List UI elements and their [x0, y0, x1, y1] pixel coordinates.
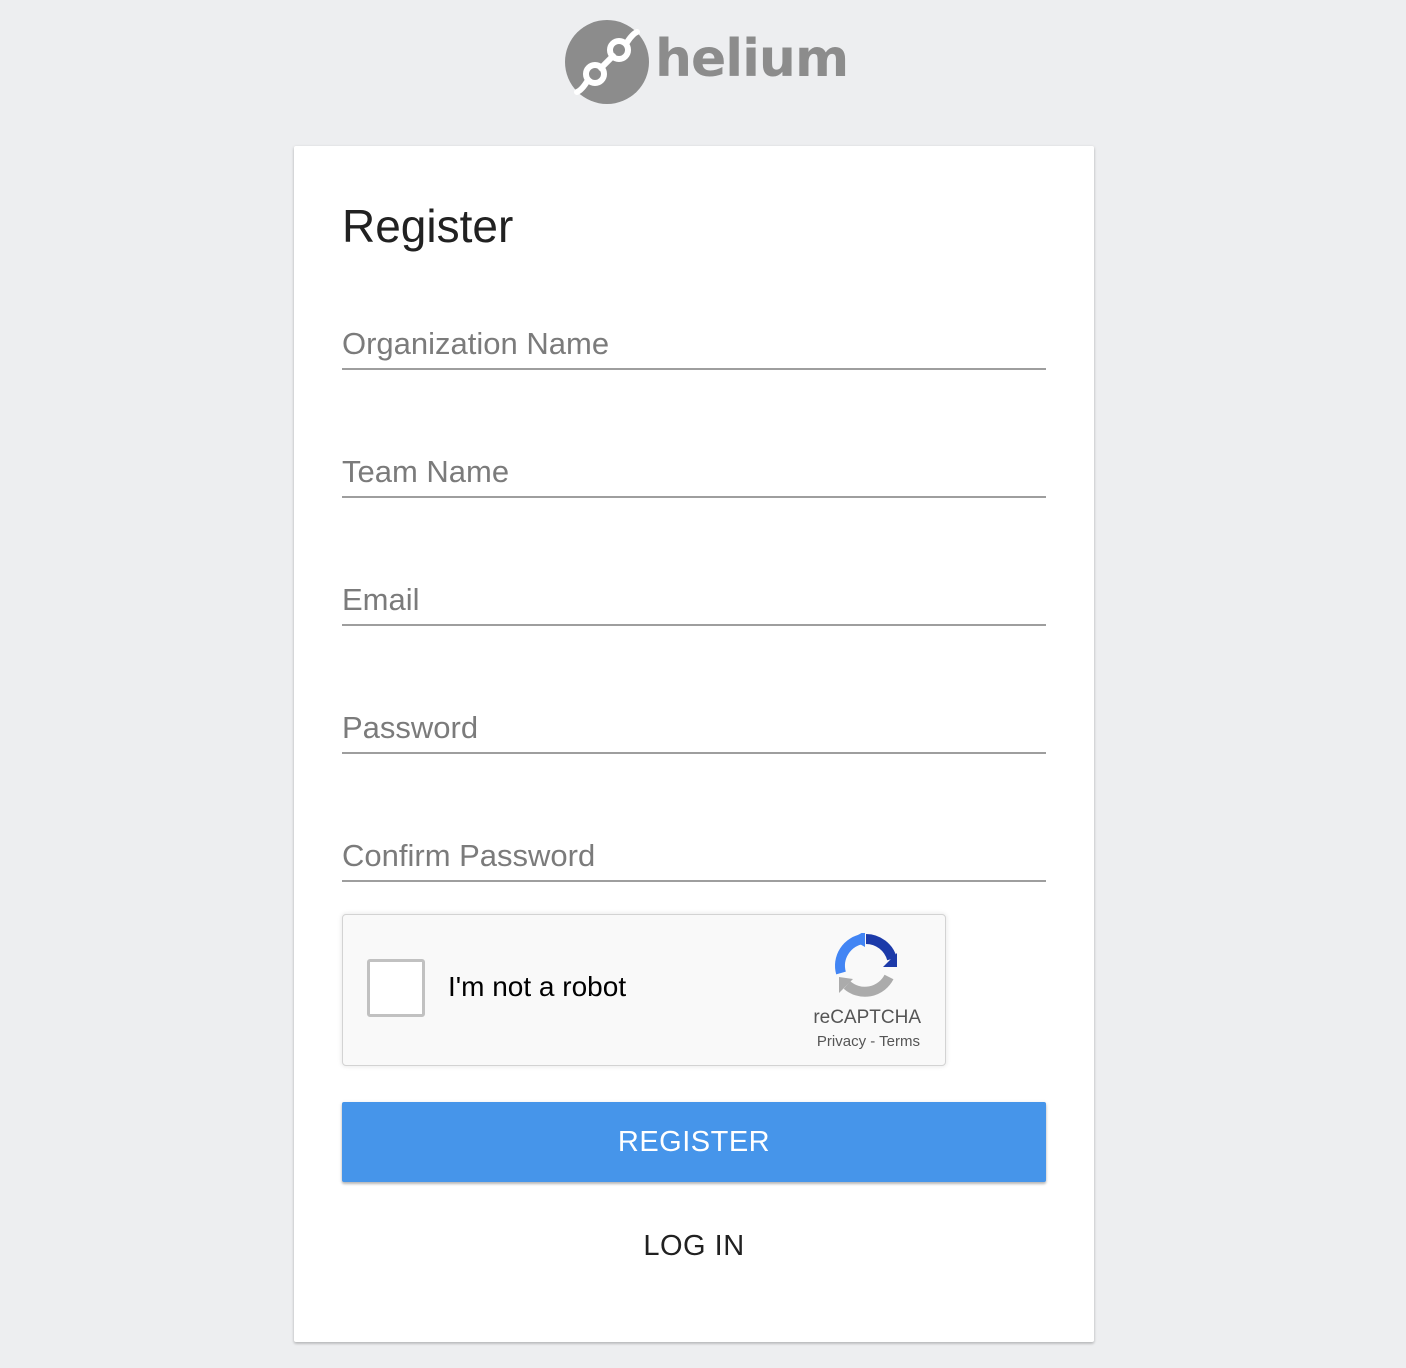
recaptcha-brand: reCAPTCHA — [813, 1007, 921, 1028]
recaptcha-checkbox[interactable] — [367, 959, 425, 1017]
brand-name: helium — [655, 29, 849, 89]
team-name-field — [342, 432, 1046, 498]
organization-name-input[interactable] — [342, 326, 1046, 362]
recaptcha-links: Privacy - Terms — [817, 1033, 920, 1050]
organization-name-field — [342, 304, 1046, 370]
password-input[interactable] — [342, 710, 1046, 746]
recaptcha-widget: I'm not a robot reCAPTCHA Privacy - Term… — [342, 914, 946, 1066]
team-name-input[interactable] — [342, 454, 1046, 490]
recaptcha-link-separator: - — [866, 1033, 880, 1050]
password-field — [342, 688, 1046, 754]
page-title: Register — [342, 200, 514, 252]
register-card: Register I'm not a robot reCAPTCHA Priva… — [294, 146, 1094, 1342]
email-input[interactable] — [342, 582, 1046, 618]
helium-logo-icon — [565, 20, 649, 104]
helium-logo: helium — [565, 20, 849, 104]
recaptcha-privacy-link[interactable]: Privacy — [817, 1033, 866, 1050]
confirm-password-field — [342, 816, 1046, 882]
recaptcha-icon — [835, 933, 897, 997]
recaptcha-label: I'm not a robot — [448, 971, 627, 1002]
recaptcha-terms-link[interactable]: Terms — [879, 1033, 920, 1050]
register-button[interactable]: REGISTER — [342, 1102, 1046, 1182]
email-field — [342, 560, 1046, 626]
confirm-password-input[interactable] — [342, 838, 1046, 874]
login-link[interactable]: LOG IN — [342, 1230, 1046, 1263]
